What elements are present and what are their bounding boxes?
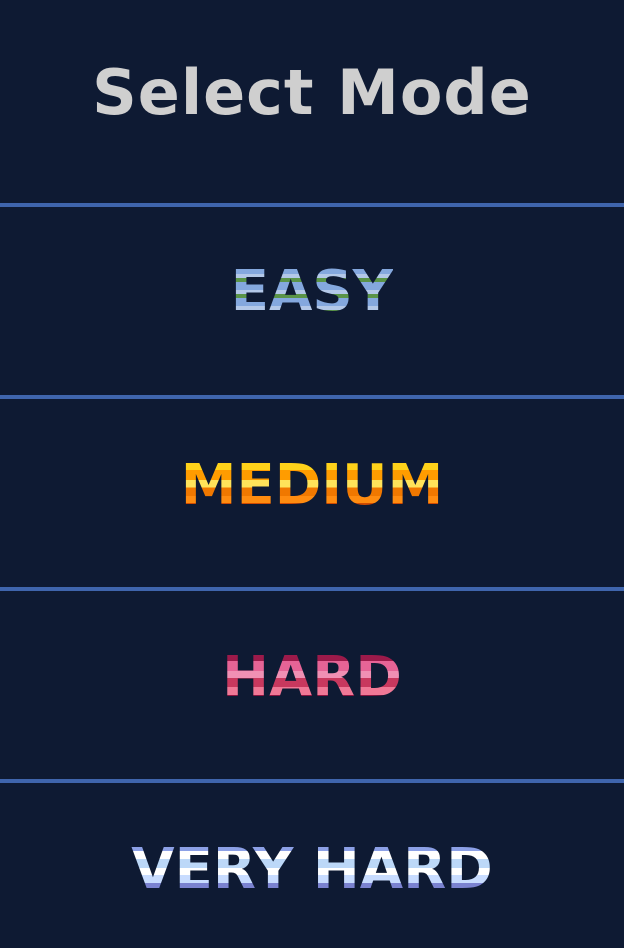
divider	[0, 395, 624, 399]
mode-medium-label: MEDIUM	[181, 446, 444, 526]
mode-easy-button[interactable]: EASY	[0, 252, 624, 332]
mode-select-screen: Select Mode EASY MEDIUM HARD VERY HARD	[0, 0, 624, 948]
mode-easy-label: EASY	[231, 252, 393, 332]
mode-very-hard-button[interactable]: VERY HARD	[0, 830, 624, 910]
mode-medium-button[interactable]: MEDIUM	[0, 446, 624, 526]
mode-hard-label: HARD	[222, 638, 402, 718]
screen-title: Select Mode	[92, 56, 532, 129]
divider	[0, 779, 624, 783]
divider	[0, 587, 624, 591]
mode-hard-button[interactable]: HARD	[0, 638, 624, 718]
mode-very-hard-label: VERY HARD	[131, 830, 493, 910]
divider	[0, 203, 624, 207]
